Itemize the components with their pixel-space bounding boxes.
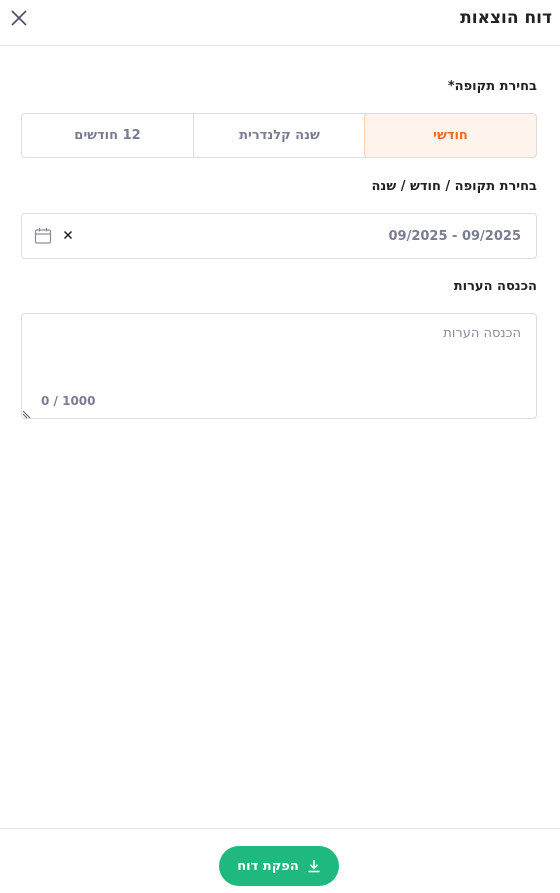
date-range-label: בחירת תקופה / חודש / שנה [371,179,538,194]
resize-handle-icon[interactable] [22,409,32,419]
notes-label: הכנסה הערות [453,279,537,294]
download-icon [308,860,320,873]
calendar-icon[interactable] [34,227,52,245]
period-option-monthly[interactable]: חודשי [364,114,536,157]
page-title: דוח הוצאות [460,8,552,28]
clear-icon[interactable] [62,229,74,241]
period-option-12-months[interactable]: 12 חודשים [22,114,193,157]
produce-report-button[interactable]: הפקת דוח [219,846,339,886]
close-icon[interactable] [10,9,28,27]
character-counter: 0 / 1000 [41,394,96,408]
period-selector: חודשי שנה קלנדרית 12 חודשים [21,113,537,158]
date-range-field[interactable]: 09/2025 - 09/2025 [21,213,537,259]
period-option-calendar-year[interactable]: שנה קלנדרית [193,114,365,157]
footer: הפקת דוח [0,828,560,893]
header: דוח הוצאות [0,0,560,46]
period-label: בחירת תקופה* [447,79,537,94]
notes-textarea[interactable]: הכנסה הערות 0 / 1000 [21,313,537,419]
produce-report-label: הפקת דוח [237,858,299,874]
notes-placeholder: הכנסה הערות [443,326,521,341]
date-range-value: 09/2025 - 09/2025 [388,229,522,244]
